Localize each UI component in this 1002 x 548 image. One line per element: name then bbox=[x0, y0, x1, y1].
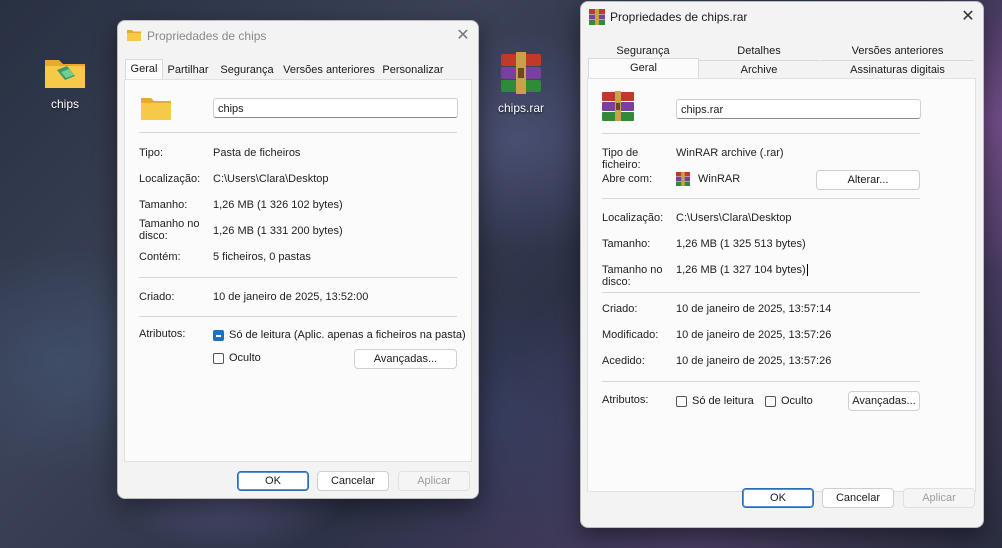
created-label: Criado: bbox=[602, 303, 638, 315]
size-value: 1,26 MB (1 326 102 bytes) bbox=[213, 199, 343, 211]
folder-icon bbox=[127, 30, 141, 41]
close-button[interactable]: ✕ bbox=[957, 6, 979, 28]
ok-button[interactable]: OK bbox=[237, 471, 309, 491]
size-label: Tamanho: bbox=[139, 199, 188, 211]
hidden-label: Oculto bbox=[781, 395, 813, 407]
attributes-label: Atributos: bbox=[602, 394, 649, 406]
separator bbox=[139, 277, 457, 278]
separator bbox=[139, 316, 457, 317]
winrar-icon bbox=[589, 9, 605, 25]
accessed-value: 10 de janeiro de 2025, 13:57:26 bbox=[676, 355, 832, 367]
name-input[interactable]: chips.rar bbox=[676, 99, 921, 119]
created-value: 10 de janeiro de 2025, 13:52:00 bbox=[213, 291, 369, 303]
close-button[interactable]: ✕ bbox=[452, 25, 474, 47]
title-bar: Propriedades de chips.rar ✕ bbox=[581, 2, 983, 32]
cancel-button[interactable]: Cancelar bbox=[317, 471, 389, 491]
dialog-footer: OK Cancelar Aplicar bbox=[581, 488, 983, 527]
winrar-icon bbox=[501, 52, 541, 94]
window-title: Propriedades de chips.rar bbox=[610, 10, 748, 24]
tab-personalizar[interactable]: Personalizar bbox=[379, 61, 447, 80]
readonly-label: Só de leitura (Aplic. apenas a ficheiros… bbox=[229, 329, 466, 341]
cancel-button[interactable]: Cancelar bbox=[822, 488, 894, 508]
folder-properties-window: Propriedades de chips ✕ Geral Partilhar … bbox=[117, 20, 479, 499]
tab-geral[interactable]: Geral bbox=[588, 58, 699, 79]
location-value: C:\Users\Clara\Desktop bbox=[676, 212, 792, 224]
tab-versoes-anteriores[interactable]: Versões anteriores bbox=[821, 42, 974, 61]
winrar-icon bbox=[676, 172, 690, 186]
file-type-value: WinRAR archive (.rar) bbox=[676, 147, 784, 159]
separator bbox=[602, 292, 920, 293]
tab-seguranca[interactable]: Segurança bbox=[215, 61, 279, 80]
modified-value: 10 de janeiro de 2025, 13:57:26 bbox=[676, 329, 832, 341]
tab-detalhes[interactable]: Detalhes bbox=[698, 42, 820, 61]
contains-label: Contém: bbox=[139, 251, 181, 263]
title-bar: Propriedades de chips ✕ bbox=[118, 21, 478, 51]
name-input[interactable]: chips bbox=[213, 98, 458, 118]
readonly-label: Só de leitura bbox=[692, 395, 754, 407]
opens-with-label: Abre com: bbox=[602, 173, 653, 185]
desktop-icon-label: chips.rar bbox=[497, 101, 544, 115]
size-on-disk-label: Tamanho no bbox=[602, 264, 663, 276]
readonly-checkbox[interactable] bbox=[676, 396, 687, 407]
file-type-label: Tipo de bbox=[602, 147, 639, 159]
type-value: Pasta de ficheiros bbox=[213, 147, 301, 159]
hidden-checkbox[interactable] bbox=[213, 353, 224, 364]
desktop-icon-chips[interactable]: chips bbox=[27, 54, 103, 111]
general-tab-panel: chips.rar Tipo de ficheiro: WinRAR archi… bbox=[587, 78, 976, 492]
separator bbox=[602, 133, 920, 134]
folder-icon bbox=[45, 60, 85, 88]
separator bbox=[602, 198, 920, 199]
dialog-footer: OK Cancelar Aplicar bbox=[118, 462, 478, 498]
tab-geral[interactable]: Geral bbox=[125, 59, 163, 80]
accessed-label: Acedido: bbox=[602, 355, 645, 367]
attributes-label: Atributos: bbox=[139, 328, 186, 340]
contains-value: 5 ficheiros, 0 pastas bbox=[213, 251, 311, 263]
advanced-button[interactable]: Avançadas... bbox=[848, 391, 920, 411]
tab-versoes-anteriores[interactable]: Versões anteriores bbox=[280, 61, 378, 80]
size-label: Tamanho: bbox=[602, 238, 651, 250]
separator bbox=[602, 381, 920, 382]
created-value: 10 de janeiro de 2025, 13:57:14 bbox=[676, 303, 832, 315]
size-value: 1,26 MB (1 325 513 bytes) bbox=[676, 238, 806, 250]
opens-with-value: WinRAR bbox=[698, 173, 741, 185]
location-label: Localização: bbox=[139, 173, 201, 185]
general-tab-panel: chips Tipo: Pasta de ficheiros Localizaç… bbox=[124, 79, 472, 462]
location-label: Localização: bbox=[602, 212, 664, 224]
desktop-icon-label: chips bbox=[50, 97, 79, 111]
desktop-icon-chips-rar[interactable]: chips.rar bbox=[483, 52, 559, 115]
hidden-checkbox[interactable] bbox=[765, 396, 776, 407]
size-on-disk-label-2: disco: bbox=[602, 276, 631, 288]
folder-icon bbox=[141, 98, 171, 120]
size-on-disk-label-2: disco: bbox=[139, 230, 168, 242]
type-label: Tipo: bbox=[139, 147, 164, 159]
apply-button[interactable]: Aplicar bbox=[903, 488, 975, 508]
change-button[interactable]: Alterar... bbox=[816, 170, 920, 190]
apply-button[interactable]: Aplicar bbox=[398, 471, 470, 491]
advanced-button[interactable]: Avançadas... bbox=[354, 349, 457, 369]
size-on-disk-value: 1,26 MB (1 331 200 bytes) bbox=[213, 225, 343, 237]
rar-properties-window: Propriedades de chips.rar ✕ Segurança De… bbox=[580, 1, 984, 528]
winrar-icon bbox=[602, 91, 634, 121]
ok-button[interactable]: OK bbox=[742, 488, 814, 508]
modified-label: Modificado: bbox=[602, 329, 659, 341]
size-on-disk-value[interactable]: 1,26 MB (1 327 104 bytes) bbox=[676, 264, 808, 276]
hidden-label: Oculto bbox=[229, 352, 261, 364]
created-label: Criado: bbox=[139, 291, 175, 303]
tab-partilhar[interactable]: Partilhar bbox=[162, 61, 214, 80]
size-on-disk-label: Tamanho no bbox=[139, 218, 200, 230]
separator bbox=[139, 132, 457, 133]
location-value: C:\Users\Clara\Desktop bbox=[213, 173, 329, 185]
window-title: Propriedades de chips bbox=[147, 29, 267, 43]
file-type-label-2: ficheiro: bbox=[602, 159, 641, 171]
readonly-checkbox[interactable] bbox=[213, 330, 224, 341]
